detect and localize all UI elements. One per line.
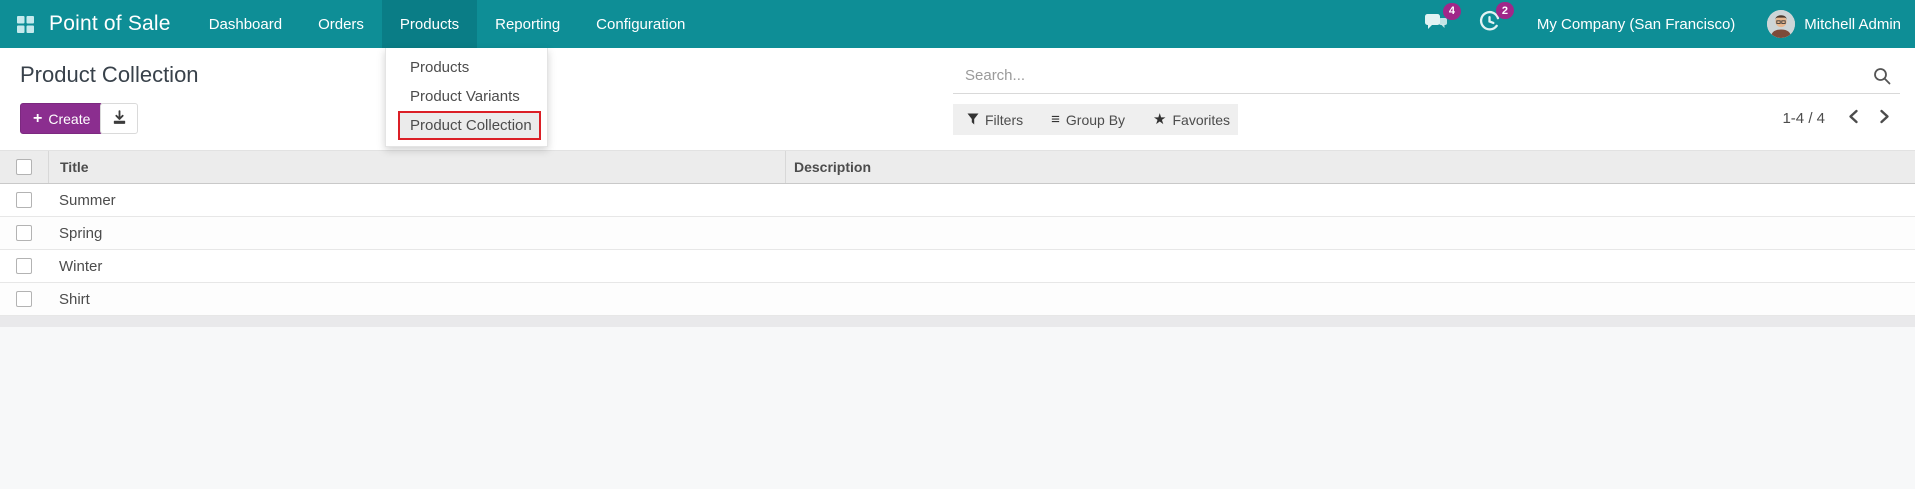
row-description: [785, 217, 1915, 249]
dropdown-item-products[interactable]: Products: [386, 53, 547, 82]
row-title: Summer: [48, 184, 785, 216]
group-by-button-label: Group By: [1066, 112, 1125, 128]
apps-grid-icon[interactable]: [0, 0, 35, 48]
top-navbar: Point of Sale Dashboard Orders Products …: [0, 0, 1915, 48]
control-panel: Product Collection + Create Filters ≡ Gr…: [0, 48, 1915, 150]
column-header-title[interactable]: Title: [48, 151, 785, 183]
pager: 1-4 / 4: [1782, 103, 1893, 134]
menu-configuration[interactable]: Configuration: [578, 0, 703, 48]
row-title: Winter: [48, 250, 785, 282]
row-checkbox[interactable]: [16, 192, 32, 208]
messages-badge: 4: [1443, 3, 1461, 20]
table-row[interactable]: Winter: [0, 250, 1915, 283]
navbar-systray: 4 2 My Company (San Francisco) Mitchell …: [1424, 0, 1915, 48]
row-checkbox[interactable]: [16, 225, 32, 241]
activities-button[interactable]: 2: [1478, 10, 1501, 38]
row-checkbox[interactable]: [16, 291, 32, 307]
filter-toolbar: Filters ≡ Group By ★ Favorites: [953, 104, 1238, 135]
group-by-icon: ≡: [1051, 112, 1060, 127]
create-button-label: Create: [48, 111, 90, 127]
search-bar: [953, 58, 1900, 94]
products-dropdown-menu: Products Product Variants Product Collec…: [385, 48, 548, 147]
row-title: Shirt: [48, 283, 785, 315]
group-by-button[interactable]: ≡ Group By: [1037, 104, 1139, 135]
row-checkbox[interactable]: [16, 258, 32, 274]
filters-button[interactable]: Filters: [953, 104, 1037, 135]
star-icon: ★: [1153, 112, 1166, 127]
dropdown-item-product-variants[interactable]: Product Variants: [386, 82, 547, 111]
table-row[interactable]: Shirt: [0, 283, 1915, 316]
filters-button-label: Filters: [985, 112, 1023, 128]
favorites-button[interactable]: ★ Favorites: [1139, 104, 1244, 135]
menu-orders[interactable]: Orders: [300, 0, 382, 48]
activities-badge: 2: [1496, 2, 1514, 19]
search-icon[interactable]: [1872, 66, 1892, 91]
table-footer-strip: [0, 316, 1915, 327]
messages-button[interactable]: 4: [1424, 11, 1448, 38]
table-row[interactable]: Summer: [0, 184, 1915, 217]
main-menu: Dashboard Orders Products Reporting Conf…: [191, 0, 704, 48]
row-description: [785, 283, 1915, 315]
table-header-row: Title Description: [0, 150, 1915, 184]
chevron-left-icon: [1847, 109, 1860, 129]
funnel-icon: [967, 112, 979, 128]
table-row[interactable]: Spring: [0, 217, 1915, 250]
pager-prev-button[interactable]: [1845, 107, 1862, 131]
list-view: Title Description Summer Spring Winter S…: [0, 150, 1915, 489]
pager-range: 1-4 / 4: [1782, 110, 1825, 127]
row-description: [785, 250, 1915, 282]
select-all-checkbox[interactable]: [16, 159, 32, 175]
app-title[interactable]: Point of Sale: [35, 0, 191, 48]
pager-next-button[interactable]: [1876, 107, 1893, 131]
plus-icon: +: [33, 111, 42, 127]
column-header-description[interactable]: Description: [785, 151, 1915, 183]
company-switcher[interactable]: My Company (San Francisco): [1537, 16, 1735, 33]
row-title: Spring: [48, 217, 785, 249]
menu-dashboard[interactable]: Dashboard: [191, 0, 300, 48]
user-menu[interactable]: Mitchell Admin: [1804, 16, 1901, 33]
menu-products[interactable]: Products: [382, 0, 477, 48]
export-button[interactable]: [100, 103, 138, 134]
menu-reporting[interactable]: Reporting: [477, 0, 578, 48]
favorites-button-label: Favorites: [1172, 112, 1230, 128]
avatar[interactable]: [1767, 10, 1795, 38]
page-title: Product Collection: [20, 62, 199, 88]
header-checkbox-cell: [0, 151, 48, 183]
create-button[interactable]: + Create: [20, 103, 103, 134]
chevron-right-icon: [1878, 109, 1891, 129]
row-description: [785, 184, 1915, 216]
download-icon: [111, 109, 128, 129]
dropdown-item-product-collection[interactable]: Product Collection: [398, 111, 541, 140]
search-input[interactable]: [953, 58, 1853, 92]
product-collection-table: Title Description Summer Spring Winter S…: [0, 150, 1915, 327]
